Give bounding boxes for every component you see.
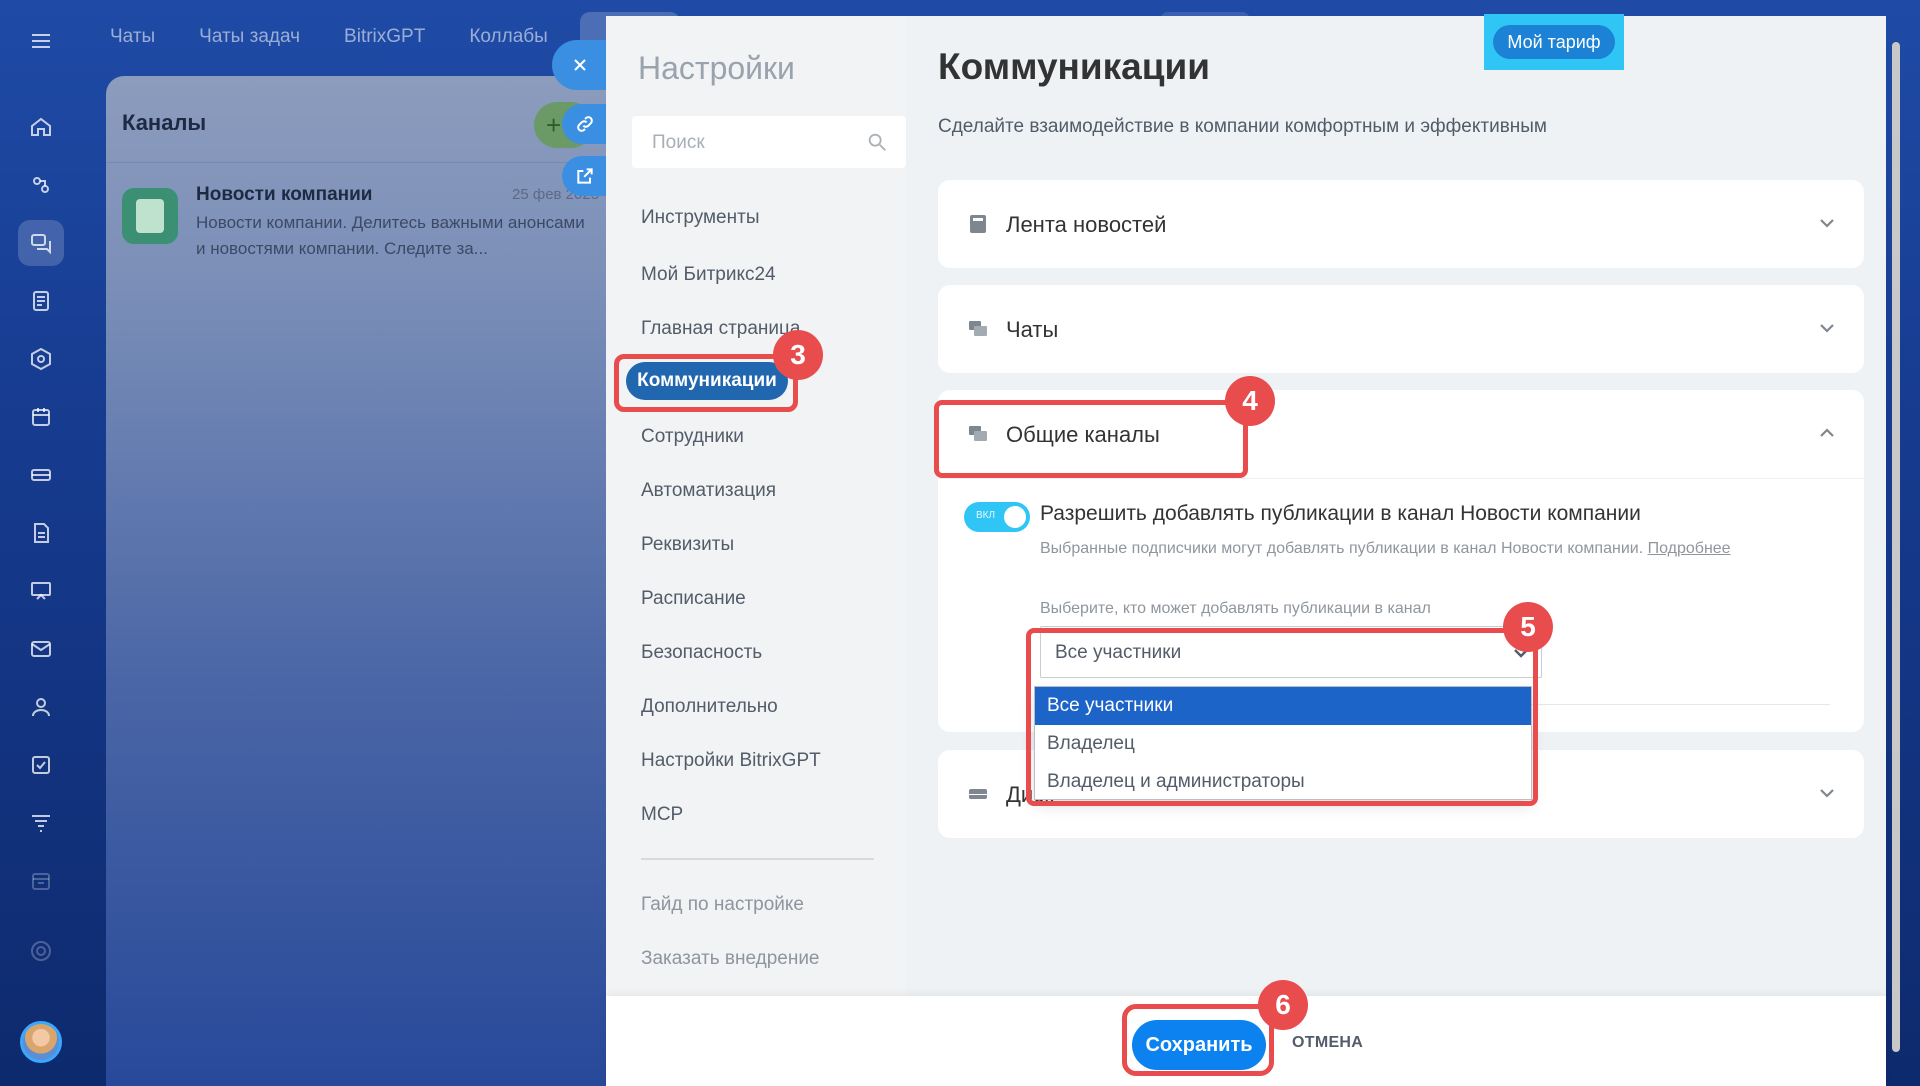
- drive-icon[interactable]: [18, 452, 64, 498]
- nav-item-setup-guide[interactable]: Гайд по настройке: [641, 894, 804, 916]
- nav-item-security[interactable]: Безопасность: [641, 642, 762, 664]
- nav-item-automation[interactable]: Автоматизация: [641, 480, 776, 502]
- highlight-save: [1122, 1004, 1274, 1076]
- more-link[interactable]: Подробнее: [1648, 540, 1731, 557]
- settings-gear-icon[interactable]: [18, 928, 64, 974]
- top-tabs: Чаты Чаты задач BitrixGPT Коллабы: [110, 14, 548, 60]
- section-newsfeed[interactable]: Лента новостей: [938, 180, 1864, 268]
- scrollbar[interactable]: [1890, 28, 1902, 1068]
- page-subtitle: Сделайте взаимодействие в компании комфо…: [938, 116, 1547, 137]
- nav-item-schedule[interactable]: Расписание: [641, 588, 746, 610]
- feed-icon[interactable]: [18, 278, 64, 324]
- settings-main: Коммуникации Сделайте взаимодействие в к…: [906, 14, 1874, 996]
- step-badge-5: 5: [1503, 602, 1553, 652]
- option-description: Выбранные подписчики могут добавлять пуб…: [1040, 540, 1731, 558]
- nav-item-tools[interactable]: Инструменты: [641, 207, 759, 229]
- option-title: Разрешить добавлять публикации в канал Н…: [1040, 502, 1641, 525]
- divider: [106, 162, 626, 163]
- user-avatar[interactable]: [20, 1021, 62, 1063]
- close-slider-button[interactable]: [552, 40, 608, 90]
- hexagon-icon[interactable]: [18, 336, 64, 382]
- nav-item-bitrixgpt-settings[interactable]: Настройки BitrixGPT: [641, 750, 821, 772]
- step-badge-6: 6: [1258, 980, 1308, 1030]
- chevron-down-icon[interactable]: [1818, 784, 1836, 802]
- settings-search-input[interactable]: Поиск: [632, 116, 906, 168]
- toggle-label: ВКЛ: [976, 510, 996, 521]
- cancel-button[interactable]: ОТМЕНА: [1292, 1034, 1363, 1052]
- tariff-banner: Мой тариф: [1484, 14, 1624, 70]
- section-title: Лента новостей: [1006, 212, 1167, 237]
- nav-item-employees[interactable]: Сотрудники: [641, 426, 744, 448]
- tab-collabs[interactable]: Коллабы: [469, 26, 548, 48]
- mail-icon[interactable]: [18, 626, 64, 672]
- highlight-communications: [614, 354, 798, 412]
- search-placeholder: Поиск: [652, 132, 705, 153]
- nav-item-my-bitrix24[interactable]: Мой Битрикс24: [641, 264, 776, 286]
- home-icon[interactable]: [18, 104, 64, 150]
- channel-name: Новости компании: [196, 184, 373, 205]
- section-title: Чаты: [1006, 317, 1059, 342]
- nav-item-main-page[interactable]: Главная страница: [641, 318, 801, 340]
- highlight-shared-channels: [934, 400, 1248, 478]
- highlight-select: [1026, 628, 1538, 806]
- disk-icon: [968, 784, 988, 804]
- tab-task-chats[interactable]: Чаты задач: [199, 26, 300, 48]
- chevron-up-icon[interactable]: [1818, 424, 1836, 442]
- filter-icon[interactable]: [18, 800, 64, 846]
- external-link-icon: [577, 168, 593, 184]
- settings-title: Настройки: [638, 50, 795, 86]
- nav-item-additional[interactable]: Дополнительно: [641, 696, 778, 718]
- channels-panel: Каналы + Новости компании 25 фев 2025 Но…: [106, 76, 626, 1086]
- step-badge-4: 4: [1225, 376, 1275, 426]
- nav-item-requisites[interactable]: Реквизиты: [641, 534, 734, 556]
- chats-icon: [968, 319, 988, 339]
- document-icon[interactable]: [18, 510, 64, 556]
- channel-preview: Новости компании. Делитесь важными анонс…: [196, 213, 585, 258]
- settings-sidebar: Настройки Поиск Инструменты Мой Битрикс2…: [606, 16, 906, 1086]
- channel-logo: [122, 188, 178, 244]
- select-label: Выберите, кто может добавлять публикации…: [1040, 600, 1431, 617]
- channel-list-item[interactable]: Новости компании 25 фев 2025 Новости ком…: [122, 184, 602, 264]
- scrollbar-thumb[interactable]: [1892, 42, 1900, 1052]
- search-icon: [868, 133, 886, 151]
- channels-title: Каналы: [122, 110, 207, 135]
- messenger-icon[interactable]: [18, 220, 64, 266]
- nav-divider: [641, 858, 874, 860]
- tab-bitrixgpt[interactable]: BitrixGPT: [344, 26, 425, 48]
- chevron-down-icon[interactable]: [1818, 214, 1836, 232]
- option-description-text: Выбранные подписчики могут добавлять пуб…: [1040, 540, 1644, 557]
- close-icon: [574, 59, 586, 71]
- nav-item-order-implementation[interactable]: Заказать внедрение: [641, 948, 820, 970]
- board-icon[interactable]: [18, 568, 64, 614]
- menu-icon[interactable]: [18, 18, 64, 64]
- section-chats[interactable]: Чаты: [938, 285, 1864, 373]
- toggle-knob: [1004, 506, 1026, 528]
- left-rail: [0, 0, 82, 1086]
- newsfeed-icon: [968, 214, 988, 234]
- collab-icon[interactable]: [18, 162, 64, 208]
- chevron-down-icon[interactable]: [1818, 319, 1836, 337]
- my-tariff-button[interactable]: Мой тариф: [1493, 25, 1615, 59]
- divider: [938, 478, 1864, 479]
- open-new-window-button[interactable]: [562, 156, 608, 196]
- calendar-icon[interactable]: [18, 394, 64, 440]
- nav-item-mcp[interactable]: MCP: [641, 804, 683, 826]
- tab-chats[interactable]: Чаты: [110, 26, 155, 48]
- page-title: Коммуникации: [938, 46, 1210, 87]
- allow-publications-toggle[interactable]: ВКЛ: [964, 502, 1030, 532]
- link-icon: [577, 116, 593, 132]
- copy-link-button[interactable]: [562, 104, 608, 144]
- step-badge-3: 3: [773, 330, 823, 380]
- settings-slider: Настройки Поиск Инструменты Мой Битрикс2…: [606, 14, 1886, 1086]
- planner-icon[interactable]: [18, 858, 64, 904]
- users-icon[interactable]: [18, 684, 64, 730]
- tasks-icon[interactable]: [18, 742, 64, 788]
